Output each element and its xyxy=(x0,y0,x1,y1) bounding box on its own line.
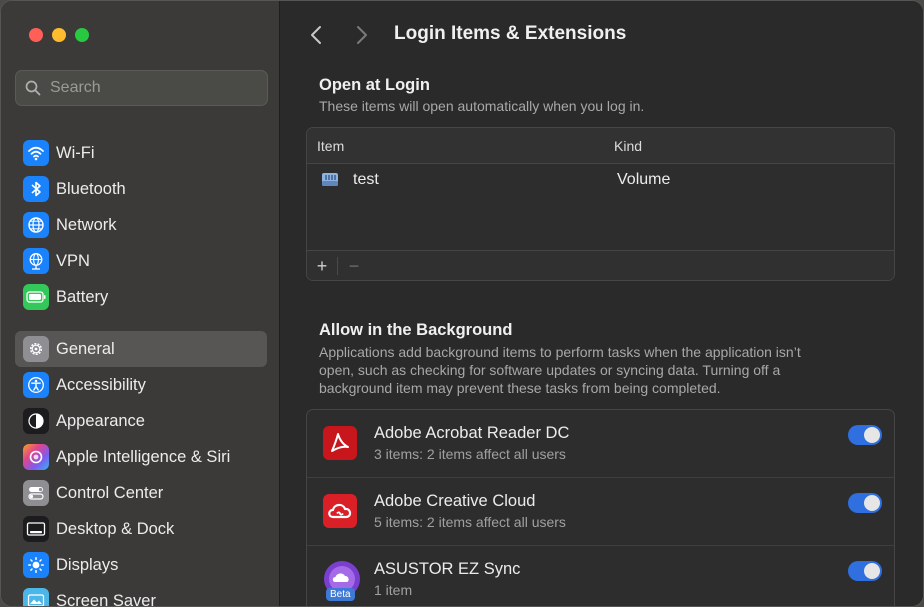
background-heading: Allow in the Background xyxy=(319,321,513,339)
sidebar-item-wifi[interactable]: Wi-Fi xyxy=(15,135,267,171)
toggle-knob xyxy=(864,563,880,579)
beta-badge: Beta xyxy=(326,588,355,601)
sidebar-item-label: Wi-Fi xyxy=(56,143,95,162)
column-header-kind[interactable]: Kind xyxy=(614,138,642,154)
wifi-icon xyxy=(23,140,49,166)
content-pane: Login Items & Extensions Open at Login T… xyxy=(281,1,923,606)
appearance-icon xyxy=(23,408,49,434)
acrobat-icon xyxy=(321,424,359,462)
login-items-table: Item Kind test Volume + − xyxy=(306,127,895,281)
close-window-button[interactable] xyxy=(29,28,43,42)
bluetooth-icon xyxy=(23,176,49,202)
sidebar-item-apple-intelligence-siri[interactable]: Apple Intelligence & Siri xyxy=(15,439,267,475)
gear-icon xyxy=(23,336,49,362)
accessibility-icon xyxy=(23,372,49,398)
sidebar-item-label: Bluetooth xyxy=(56,179,126,198)
toggle-knob xyxy=(864,427,880,443)
app-detail: 3 items: 2 items affect all users xyxy=(374,446,566,462)
sidebar-item-label: General xyxy=(56,339,115,358)
siri-icon xyxy=(23,444,49,470)
sidebar-item-label: Battery xyxy=(56,287,109,306)
volume-icon xyxy=(320,169,340,194)
sidebar-item-desktop-dock[interactable]: Desktop & Dock xyxy=(15,511,267,547)
list-item[interactable]: Adobe Creative Cloud 5 items: 2 items af… xyxy=(307,478,894,546)
add-login-item-button[interactable]: + xyxy=(311,256,333,276)
globe-icon xyxy=(23,212,49,238)
sidebar: Wi-Fi Bluetooth Network VPN xyxy=(1,1,280,607)
sidebar-item-vpn[interactable]: VPN xyxy=(15,243,267,279)
app-name: Adobe Acrobat Reader DC xyxy=(374,424,570,442)
sidebar-item-general[interactable]: General xyxy=(15,331,267,367)
table-row[interactable]: test Volume xyxy=(307,164,894,196)
login-item-name: test xyxy=(353,171,379,188)
sidebar-item-bluetooth[interactable]: Bluetooth xyxy=(15,171,267,207)
background-items-list: Adobe Acrobat Reader DC 3 items: 2 items… xyxy=(306,409,895,606)
sidebar-item-label: Apple Intelligence & Siri xyxy=(56,447,231,466)
list-item[interactable]: Adobe Acrobat Reader DC 3 items: 2 items… xyxy=(307,410,894,478)
remove-login-item-button[interactable]: − xyxy=(343,256,365,276)
list-item[interactable]: Beta ASUSTOR EZ Sync 1 item xyxy=(307,546,894,606)
table-footer: + − xyxy=(307,250,894,280)
background-description-line-2: open, such as checking for software upda… xyxy=(319,362,781,378)
sidebar-item-appearance[interactable]: Appearance xyxy=(15,403,267,439)
app-detail: 1 item xyxy=(374,582,413,598)
open-at-login-description: These items will open automatically when… xyxy=(319,98,645,114)
sidebar-item-label: Displays xyxy=(56,555,119,574)
minimize-window-button[interactable] xyxy=(52,28,66,42)
app-name: ASUSTOR EZ Sync xyxy=(374,560,521,578)
column-header-item[interactable]: Item xyxy=(317,138,344,154)
sidebar-item-label: Appearance xyxy=(56,411,145,430)
search-icon xyxy=(16,70,50,106)
sidebar-item-label: Desktop & Dock xyxy=(56,519,175,538)
chevron-right-icon xyxy=(357,26,367,44)
sidebar-item-screen-saver[interactable]: Screen Saver xyxy=(15,583,267,607)
chevron-left-icon xyxy=(311,26,321,44)
search-field[interactable] xyxy=(15,70,268,106)
background-description-line-3: background item may prevent these tasks … xyxy=(319,380,721,396)
settings-window: Wi-Fi Bluetooth Network VPN xyxy=(0,0,924,607)
open-at-login-heading: Open at Login xyxy=(319,76,430,94)
background-description-line-1: Applications add background items to per… xyxy=(319,344,801,360)
window-controls xyxy=(29,28,89,42)
login-item-kind: Volume xyxy=(617,171,671,188)
sidebar-item-label: Accessibility xyxy=(56,375,146,394)
sidebar-item-label: VPN xyxy=(56,251,90,270)
sidebar-item-network[interactable]: Network xyxy=(15,207,267,243)
sidebar-item-control-center[interactable]: Control Center xyxy=(15,475,267,511)
sidebar-item-label: Network xyxy=(56,215,117,234)
battery-icon xyxy=(23,284,49,310)
back-button[interactable] xyxy=(305,23,327,47)
ez-sync-icon: Beta xyxy=(321,560,360,601)
toggle-knob xyxy=(864,495,880,511)
search-input[interactable] xyxy=(50,79,250,97)
footer-divider xyxy=(337,257,338,275)
sidebar-item-accessibility[interactable]: Accessibility xyxy=(15,367,267,403)
sidebar-item-battery[interactable]: Battery xyxy=(15,279,267,315)
control-center-icon xyxy=(23,480,49,506)
forward-button[interactable] xyxy=(351,23,373,47)
background-toggle[interactable] xyxy=(848,425,882,445)
zoom-window-button[interactable] xyxy=(75,28,89,42)
vpn-globe-icon xyxy=(23,248,49,274)
background-toggle[interactable] xyxy=(848,493,882,513)
background-toggle[interactable] xyxy=(848,561,882,581)
sidebar-item-label: Screen Saver xyxy=(56,591,156,607)
sidebar-item-displays[interactable]: Displays xyxy=(15,547,267,583)
dock-icon xyxy=(23,516,49,542)
app-name: Adobe Creative Cloud xyxy=(374,492,536,510)
sidebar-nav: Wi-Fi Bluetooth Network VPN Battery Gene… xyxy=(15,135,267,607)
sidebar-item-label: Control Center xyxy=(56,483,164,502)
table-header: Item Kind xyxy=(307,128,894,164)
toolbar: Login Items & Extensions xyxy=(281,1,923,67)
app-detail: 5 items: 2 items affect all users xyxy=(374,514,566,530)
creative-cloud-icon xyxy=(321,492,359,530)
screen-saver-icon xyxy=(23,588,49,606)
page-title: Login Items & Extensions xyxy=(394,23,627,44)
sun-icon xyxy=(23,552,49,578)
